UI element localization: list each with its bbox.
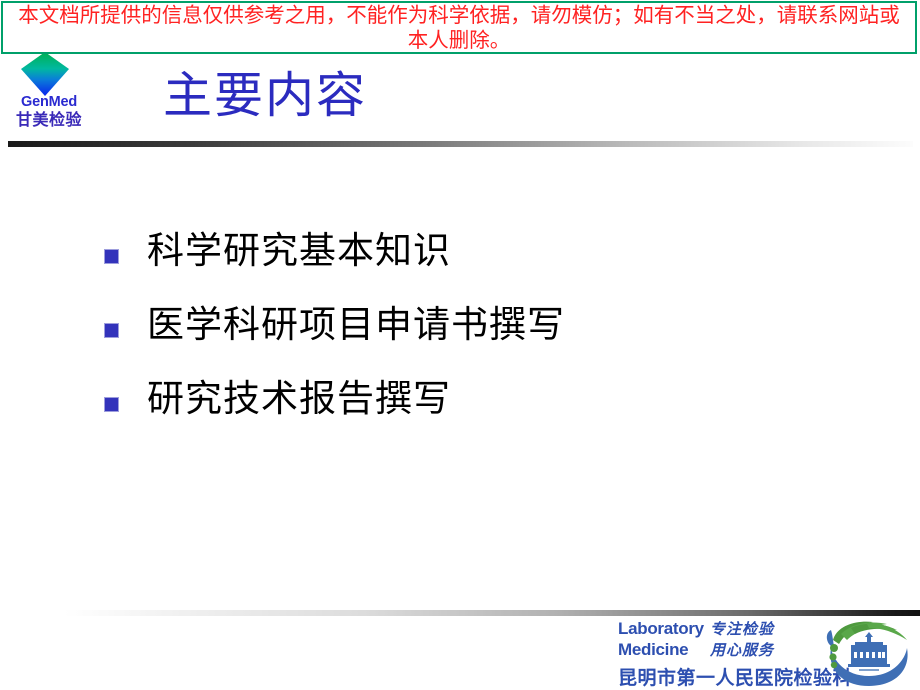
footer-en-line-2: Medicine (618, 640, 689, 659)
genmed-wordmark-cn: 甘美检验 (15, 112, 82, 129)
list-item-label: 研究技术报告撰写 (147, 377, 451, 420)
list-item-label: 医学科研项目申请书撰写 (147, 303, 565, 346)
list-item: 研究技术报告撰写 (104, 376, 864, 450)
hospital-emblem-icon (826, 621, 908, 686)
page-title: 主要内容 (163, 67, 368, 124)
footer-divider (64, 610, 920, 616)
content-bullet-list: 科学研究基本知识 医学科研项目申请书撰写 研究技术报告撰写 (104, 228, 864, 450)
footer-en-line-1: Laboratory (618, 619, 704, 638)
footer-slogan-line-2: Medicine 用心服务 (618, 639, 818, 660)
footer-cn-line-2: 用心服务 (710, 641, 775, 659)
footer-slogan-block: Laboratory 专注检验 Medicine 用心服务 (618, 618, 818, 660)
bullet-square-icon (104, 397, 119, 412)
list-item-label: 科学研究基本知识 (147, 229, 451, 272)
list-item: 医学科研项目申请书撰写 (104, 302, 864, 376)
title-divider (8, 141, 913, 147)
disclaimer-text: 本文档所提供的信息仅供参考之用，不能作为科学依据，请勿模仿；如有不当之处，请联系… (18, 2, 900, 52)
bullet-square-icon (104, 323, 119, 338)
footer-cn-line-1: 专注检验 (710, 620, 775, 638)
genmed-wordmark: GenMed (21, 94, 77, 110)
slide-canvas: 本文档所提供的信息仅供参考之用，不能作为科学依据，请勿模仿；如有不当之处，请联系… (0, 0, 920, 690)
list-item: 科学研究基本知识 (104, 228, 864, 302)
diamond-icon (21, 52, 69, 96)
bullet-square-icon (104, 249, 119, 264)
genmed-logo: GenMed 甘美检验 (6, 52, 96, 137)
disclaimer-banner: 本文档所提供的信息仅供参考之用，不能作为科学依据，请勿模仿；如有不当之处，请联系… (1, 1, 917, 54)
footer-branding: Laboratory 专注检验 Medicine 用心服务 昆明市第一人民医院检… (618, 618, 920, 690)
footer-organization-name: 昆明市第一人民医院检验科 (618, 668, 853, 689)
footer-slogan-line-1: Laboratory 专注检验 (618, 618, 818, 639)
